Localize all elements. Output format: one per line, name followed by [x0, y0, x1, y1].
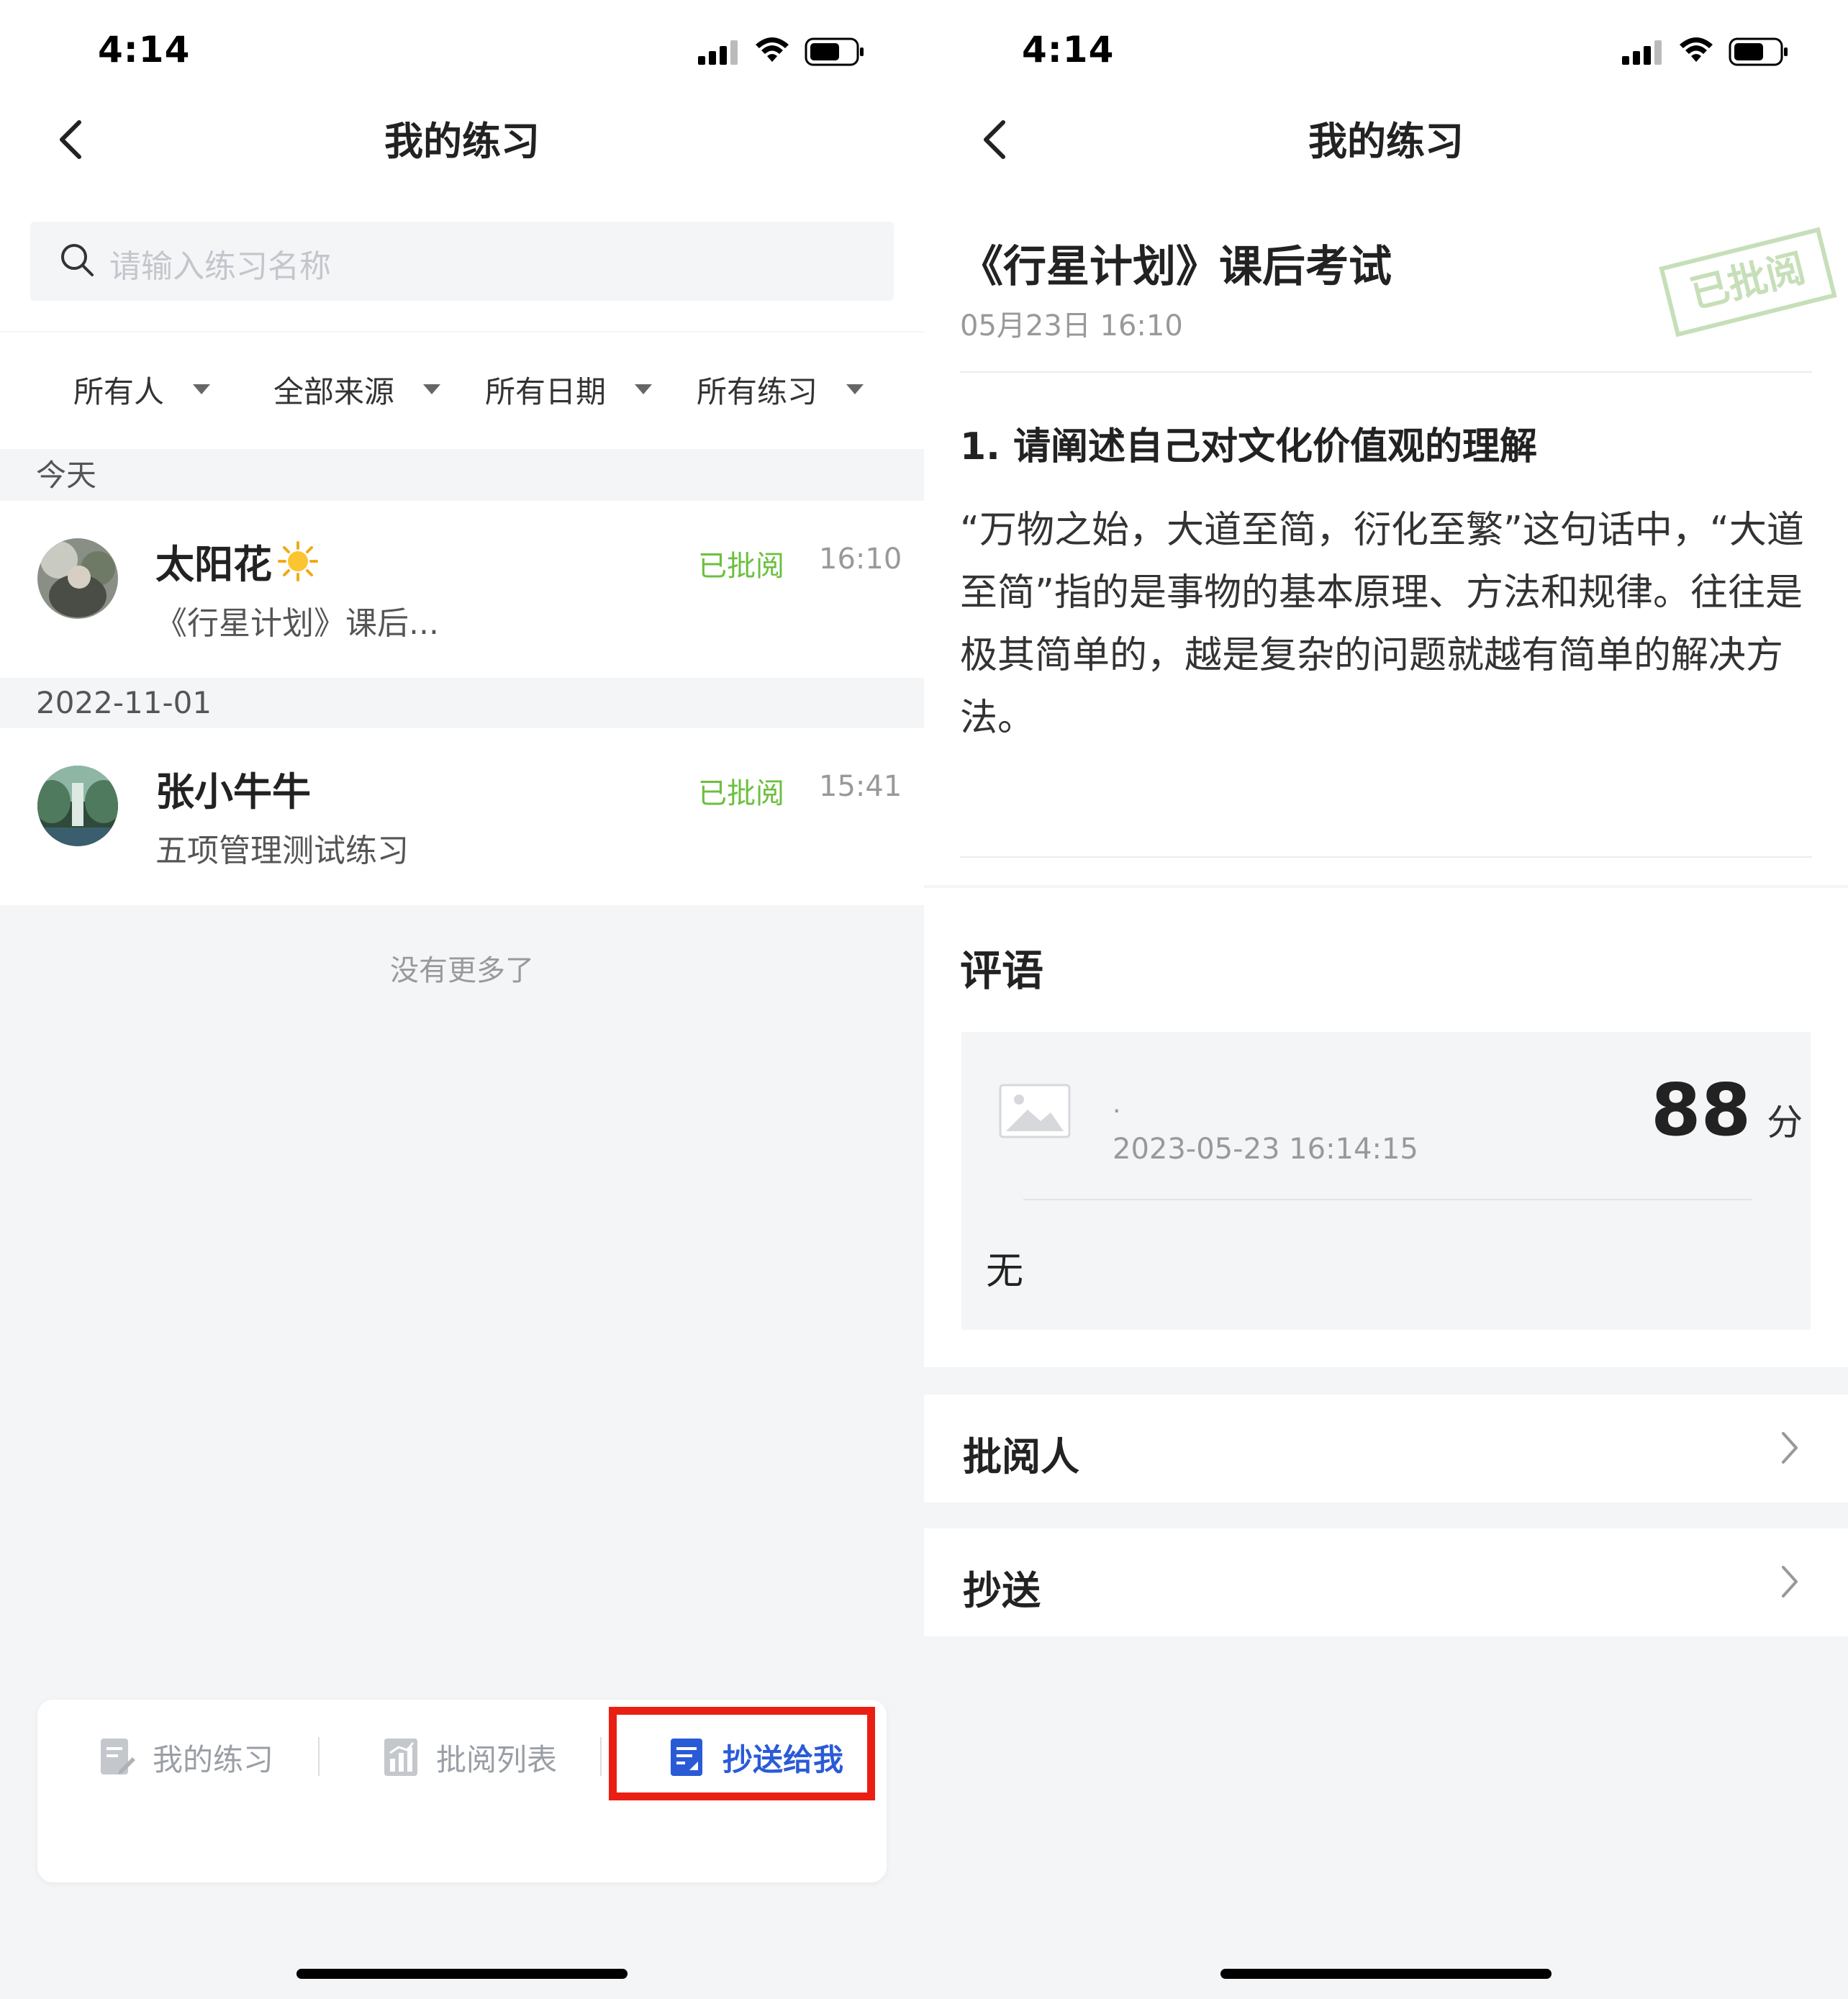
search-icon — [61, 244, 94, 276]
highlight-annotation — [609, 1707, 875, 1800]
tab-divider — [318, 1737, 320, 1776]
score: 88 分 — [1651, 1068, 1803, 1152]
home-indicator — [1220, 1969, 1552, 1979]
search-input[interactable]: 请输入练习名称 — [30, 222, 894, 301]
battery-icon — [1729, 37, 1788, 66]
exam-detail-screen: 4:14 我的练习 《行星计划》课后考试 05月23日 16:10 已批阅 1.… — [924, 0, 1848, 1999]
comment-card: · 2023-05-23 16:14:15 88 分 无 — [961, 1032, 1811, 1330]
filter-label: 所有练习 — [697, 373, 818, 409]
status-time: 4:14 — [98, 29, 191, 71]
tab-label: 批阅列表 — [436, 1741, 558, 1777]
filter-practice[interactable]: 所有练习 — [697, 364, 864, 414]
filter-date[interactable]: 所有日期 — [485, 364, 653, 414]
status-badge: 已批阅 — [698, 777, 784, 810]
divider — [960, 856, 1812, 858]
filter-bar: 所有人 全部来源 所有日期 所有练习 — [0, 332, 924, 449]
search-placeholder: 请输入练习名称 — [109, 248, 331, 285]
comment-text: 无 — [986, 1250, 1024, 1293]
sun-icon — [278, 540, 318, 581]
item-time: 15:41 — [819, 770, 902, 803]
list-item[interactable]: 太阳花 《行星计划》课后... 已批阅 16:10 — [0, 501, 924, 678]
comment-section: 评语 · 2023-05-23 16:14:15 88 分 无 — [924, 888, 1848, 1367]
divider — [1023, 1199, 1752, 1200]
row-label: 抄送 — [963, 1568, 1041, 1613]
avatar — [37, 538, 118, 619]
item-subtitle: 《行星计划》课后... — [155, 605, 439, 642]
filter-source[interactable]: 全部来源 — [273, 364, 441, 414]
exam-date: 05月23日 16:10 — [960, 309, 1183, 343]
status-bar: 4:14 — [0, 0, 924, 94]
home-indicator — [296, 1969, 628, 1979]
item-name: 太阳花 — [155, 532, 320, 589]
filter-label: 全部来源 — [273, 373, 395, 409]
practice-list-screen: 4:14 我的练习 请输入练习名称 所有人 全部来源 所有日期 所有练习 今天 … — [0, 0, 924, 1999]
tab-divider — [600, 1737, 602, 1776]
chevron-right-icon — [1782, 1432, 1798, 1464]
item-name-text: 太阳花 — [155, 542, 272, 587]
page-title: 我的练习 — [384, 119, 540, 164]
caret-down-icon — [846, 384, 864, 394]
answer-text: “万物之始，大道至简，衍化至繁”这句话中，“大道至简”指的是事物的基本原理、方法… — [960, 509, 1804, 740]
signal-icon — [1622, 40, 1662, 65]
item-name: 张小牛牛 — [155, 760, 311, 817]
wifi-icon — [756, 37, 789, 62]
filter-label: 所有日期 — [485, 373, 607, 409]
search-area: 请输入练习名称 — [0, 187, 924, 331]
page-title: 我的练习 — [1308, 119, 1464, 164]
question-title: 1. 请阐述自己对文化价值观的理解 — [960, 425, 1538, 468]
review-time: 2023-05-23 16:14:15 — [1113, 1133, 1418, 1166]
filter-person[interactable]: 所有人 — [73, 364, 211, 414]
filter-label: 所有人 — [73, 373, 165, 409]
comment-title: 评语 — [960, 946, 1044, 995]
section-header-date: 2022-11-01 — [0, 678, 924, 728]
reviewer-name: · — [1113, 1097, 1121, 1126]
chart-icon — [384, 1739, 417, 1776]
score-unit: 分 — [1767, 1102, 1803, 1143]
list-item[interactable]: 张小牛牛 五项管理测试练习 已批阅 15:41 — [0, 728, 924, 905]
wifi-icon — [1680, 37, 1713, 62]
question-block: 1. 请阐述自己对文化价值观的理解 “万物之始，大道至简，衍化至繁”这句话中，“… — [924, 373, 1848, 885]
cc-row[interactable]: 抄送 — [924, 1528, 1848, 1636]
status-badge: 已批阅 — [698, 550, 784, 583]
reviewer-row[interactable]: 批阅人 — [924, 1395, 1848, 1502]
tab-review-list[interactable]: 批阅列表 — [381, 1728, 557, 1786]
caret-down-icon — [193, 384, 211, 394]
image-placeholder-icon — [999, 1084, 1071, 1138]
exam-header: 《行星计划》课后考试 05月23日 16:10 已批阅 — [924, 187, 1848, 373]
status-bar: 4:14 — [924, 0, 1848, 94]
exam-title: 《行星计划》课后考试 — [960, 242, 1392, 292]
tab-label: 我的练习 — [153, 1741, 274, 1777]
caret-down-icon — [635, 384, 653, 394]
no-more-text: 没有更多了 — [390, 954, 534, 987]
item-name-text: 张小牛牛 — [155, 769, 311, 815]
reviewed-stamp: 已批阅 — [1659, 227, 1837, 337]
signal-icon — [698, 40, 738, 65]
caret-down-icon — [423, 384, 441, 394]
nav-bar: 我的练习 — [0, 94, 924, 187]
bottom-tab-bar: 我的练习 批阅列表 抄送给我 — [37, 1700, 887, 1882]
score-value: 88 — [1651, 1068, 1752, 1152]
document-edit-icon — [101, 1739, 135, 1774]
nav-bar: 我的练习 — [924, 94, 1848, 187]
status-time: 4:14 — [1022, 29, 1115, 71]
item-time: 16:10 — [819, 543, 902, 576]
battery-icon — [805, 37, 864, 66]
item-subtitle: 五项管理测试练习 — [155, 833, 409, 869]
section-header-today: 今天 — [0, 450, 924, 501]
avatar — [37, 766, 118, 846]
tab-my-practice[interactable]: 我的练习 — [98, 1728, 273, 1786]
chevron-right-icon — [1782, 1566, 1798, 1597]
row-label: 批阅人 — [963, 1434, 1079, 1479]
